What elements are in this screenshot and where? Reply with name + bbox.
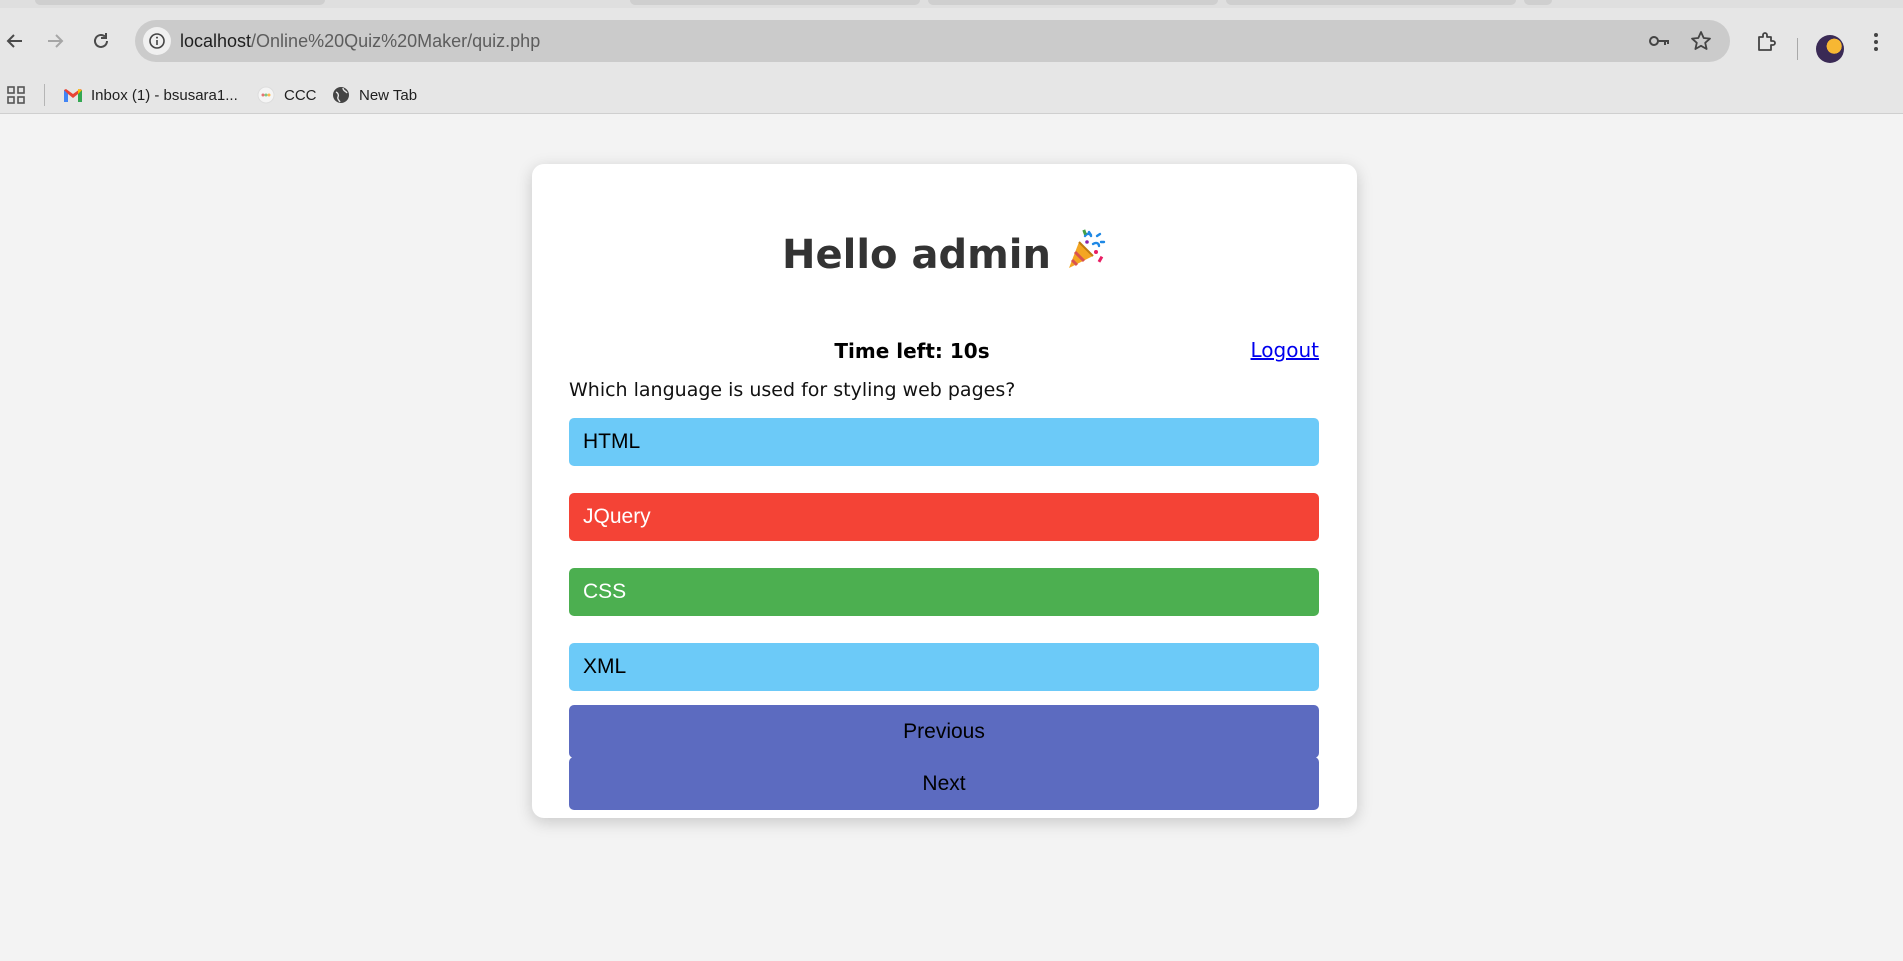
bookmark-new-tab[interactable]: New Tab xyxy=(331,82,417,108)
party-popper-icon xyxy=(1063,228,1107,286)
option-button[interactable]: HTML xyxy=(569,418,1319,466)
tab[interactable] xyxy=(1524,0,1552,5)
ccc-favicon xyxy=(256,85,276,105)
greeting-heading: Hello admin xyxy=(532,228,1357,286)
bookmark-label: CCC xyxy=(284,86,317,104)
option-button[interactable]: XML xyxy=(569,643,1319,691)
info-icon xyxy=(149,33,165,49)
tab-strip xyxy=(0,0,1903,8)
toolbar-divider xyxy=(1797,38,1798,60)
kebab-menu-icon xyxy=(1874,33,1878,51)
option-button[interactable]: CSS xyxy=(569,568,1319,616)
browser-menu-button[interactable] xyxy=(1860,26,1892,58)
url-host: localhost xyxy=(180,31,252,51)
bookmark-label: New Tab xyxy=(359,86,418,104)
logout-link[interactable]: Logout xyxy=(1251,338,1319,362)
bookmark-ccc[interactable]: CCC xyxy=(256,82,317,108)
url-path: /Online%20Quiz%20Maker/quiz.php xyxy=(251,31,541,51)
page-body: Hello admin Time left: 10s Logout Which … xyxy=(0,115,1903,961)
reload-button[interactable] xyxy=(86,26,116,56)
bookmarks-bar: Inbox (1) - bsusara1... CCC New Tab xyxy=(0,76,1903,114)
address-bar[interactable]: localhost/Online%20Quiz%20Maker/quiz.php xyxy=(135,20,1730,62)
next-button[interactable]: Next xyxy=(569,757,1319,810)
url-text[interactable]: localhost/Online%20Quiz%20Maker/quiz.php xyxy=(180,20,540,62)
question-text: Which language is used for styling web p… xyxy=(569,379,1016,401)
tab[interactable] xyxy=(35,0,325,5)
site-info-button[interactable] xyxy=(143,27,171,55)
back-button[interactable] xyxy=(0,26,30,56)
time-left-label: Time left: 10s xyxy=(834,339,990,363)
tab[interactable] xyxy=(630,0,920,5)
forward-arrow-icon xyxy=(48,34,64,48)
profile-avatar[interactable] xyxy=(1816,35,1844,63)
back-arrow-icon xyxy=(6,34,22,48)
key-icon xyxy=(1649,36,1669,46)
puzzle-icon xyxy=(1758,32,1776,51)
greeting-text: Hello admin xyxy=(782,232,1051,278)
tab[interactable] xyxy=(1226,0,1516,5)
extensions-button[interactable] xyxy=(1750,26,1782,58)
bookmark-star-button[interactable] xyxy=(1689,29,1713,53)
gmail-icon xyxy=(63,85,83,105)
star-icon xyxy=(1691,31,1711,50)
forward-button[interactable] xyxy=(40,26,70,56)
tab[interactable] xyxy=(928,0,1218,5)
bookmark-gmail[interactable]: Inbox (1) - bsusara1... xyxy=(63,82,238,108)
bookmarks-divider xyxy=(44,84,45,106)
previous-button[interactable]: Previous xyxy=(569,705,1319,758)
bookmark-label: Inbox (1) - bsusara1... xyxy=(91,86,238,104)
browser-toolbar: localhost/Online%20Quiz%20Maker/quiz.php xyxy=(0,8,1903,76)
quiz-card: Hello admin Time left: 10s Logout Which … xyxy=(532,164,1357,818)
reload-icon xyxy=(94,33,108,48)
password-key-button[interactable] xyxy=(1647,29,1671,53)
option-button[interactable]: JQuery xyxy=(569,493,1319,541)
globe-icon xyxy=(331,85,351,105)
apps-grid-icon[interactable] xyxy=(6,85,26,105)
